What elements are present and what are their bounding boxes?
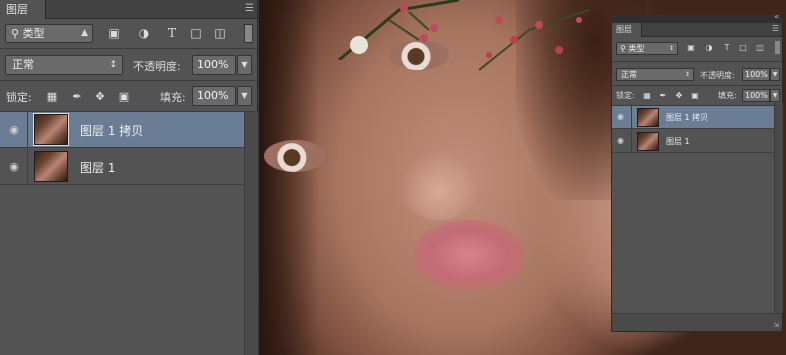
- fill-dropdown-button[interactable]: ▼: [770, 89, 780, 102]
- text-filter-icon[interactable]: T: [164, 25, 180, 41]
- collapse-icon[interactable]: «: [774, 12, 779, 21]
- lock-position-icon[interactable]: ✥: [93, 90, 107, 104]
- chevron-updown-icon: ↕: [684, 71, 690, 78]
- layers-scrollbar[interactable]: [244, 112, 258, 355]
- fill-label: 填充:: [718, 91, 737, 100]
- panel-collapse-strip[interactable]: «: [611, 12, 783, 23]
- chevron-updown-icon: ↕: [668, 45, 674, 52]
- fill-input[interactable]: 100%: [742, 89, 770, 102]
- panel-tab-bar: 图层 ☰: [0, 0, 257, 19]
- layer-row[interactable]: ◉ 图层 1: [612, 130, 774, 153]
- eye-icon[interactable]: ◉: [6, 160, 22, 174]
- search-icon: ⚲: [620, 44, 626, 53]
- panel-menu-icon[interactable]: ☰: [772, 24, 779, 33]
- lock-position-icon[interactable]: ✥: [674, 90, 684, 101]
- panel-menu-icon[interactable]: ☰: [245, 3, 254, 15]
- layer-row[interactable]: ◉ 图层 1: [0, 149, 244, 185]
- divider: [27, 112, 28, 147]
- lock-transparency-icon[interactable]: ▦: [45, 90, 59, 104]
- lock-label: 锁定:: [616, 91, 635, 100]
- divider: [631, 130, 632, 152]
- photo-region: [259, 0, 319, 355]
- layer-row[interactable]: ◉ 图层 1 拷贝: [0, 112, 244, 148]
- layer-row[interactable]: ◉ 图层 1 拷贝: [612, 106, 774, 129]
- photo-region: [399, 150, 479, 220]
- layer-thumbnail: [33, 113, 69, 146]
- fill-label: 填充:: [160, 91, 186, 104]
- chevron-updown-icon: ↕: [109, 60, 117, 70]
- opacity-dropdown-button[interactable]: ▼: [237, 55, 252, 75]
- photo-region: [414, 220, 524, 290]
- layer-name[interactable]: 图层 1 拷贝: [666, 112, 708, 123]
- shape-filter-icon[interactable]: □: [188, 25, 204, 41]
- layers-panel: 图层 ☰ ⚲ 类型 ▲︎ ▣ ◑ T □ ◫ 正常 ↕ 不透明度: 100% ▼…: [0, 0, 258, 355]
- photo-region: [264, 140, 326, 172]
- layer-name[interactable]: 图层 1: [666, 136, 690, 147]
- layers-panel-mini: « 图层 ☰ ⚲ 类型 ↕ ▣ ◑ T □ ◫ 正常 ↕ 不透明度: 100% …: [611, 12, 783, 332]
- layer-thumbnail: [34, 151, 68, 182]
- fill-input[interactable]: 100%: [192, 86, 236, 106]
- lock-pixels-icon[interactable]: ✒: [658, 90, 668, 101]
- layer-filter-select[interactable]: ⚲ 类型 ▲︎: [5, 24, 93, 43]
- fill-dropdown-button[interactable]: ▼: [237, 86, 252, 106]
- chevron-updown-icon: ▲︎: [81, 28, 88, 38]
- adjustment-filter-icon[interactable]: ◑: [136, 25, 152, 41]
- shape-filter-icon[interactable]: □: [738, 42, 748, 54]
- smart-object-filter-icon[interactable]: ◫: [212, 25, 228, 41]
- tab-layers[interactable]: 图层: [0, 0, 46, 19]
- search-icon: ⚲: [11, 27, 20, 40]
- divider: [0, 80, 257, 81]
- blend-mode-select[interactable]: 正常 ↕: [5, 55, 123, 75]
- opacity-input[interactable]: 100%: [192, 55, 236, 75]
- panel-footer: ⇲: [612, 313, 782, 331]
- eye-icon[interactable]: ◉: [617, 112, 624, 121]
- layer-name[interactable]: 图层 1 拷贝: [80, 122, 143, 139]
- opacity-label: 不透明度:: [700, 71, 735, 80]
- resize-grip-icon[interactable]: ⇲: [773, 321, 779, 329]
- divider: [0, 48, 257, 49]
- image-filter-icon[interactable]: ▣: [106, 25, 122, 41]
- flower-branch: [478, 9, 590, 71]
- layer-thumbnail: [637, 132, 659, 151]
- smart-object-filter-icon[interactable]: ◫: [755, 42, 765, 54]
- filter-toggle[interactable]: [244, 24, 253, 43]
- text-filter-icon[interactable]: T: [722, 42, 732, 54]
- tab-layers[interactable]: 图层: [612, 23, 642, 37]
- eye-icon[interactable]: ◉: [617, 136, 624, 145]
- divider: [612, 61, 782, 62]
- opacity-dropdown-button[interactable]: ▼: [770, 68, 780, 81]
- divider: [612, 85, 782, 86]
- opacity-label: 不透明度:: [133, 60, 181, 73]
- layer-filter-label: 类型: [628, 44, 645, 53]
- eye-icon[interactable]: ◉: [6, 123, 22, 137]
- lock-label: 锁定:: [6, 91, 32, 104]
- blend-mode-select[interactable]: 正常 ↕: [616, 68, 694, 81]
- panel-tab-bar: 图层 ☰: [612, 23, 782, 37]
- lock-all-icon[interactable]: ▣: [690, 90, 700, 101]
- divider: [631, 106, 632, 128]
- lock-transparency-icon[interactable]: ▦: [642, 90, 652, 101]
- layer-thumbnail: [637, 108, 659, 127]
- layer-filter-label: 类型: [22, 27, 45, 40]
- adjustment-filter-icon[interactable]: ◑: [704, 42, 714, 54]
- layers-scrollbar[interactable]: [774, 103, 783, 313]
- blend-mode-value: 正常: [12, 58, 34, 71]
- lock-all-icon[interactable]: ▣: [117, 90, 131, 104]
- layer-filter-select[interactable]: ⚲ 类型 ↕: [616, 42, 678, 55]
- opacity-input[interactable]: 100%: [742, 68, 770, 81]
- filter-toggle[interactable]: [775, 41, 780, 54]
- lock-pixels-icon[interactable]: ✒: [70, 90, 84, 104]
- divider: [27, 149, 28, 184]
- layer-name[interactable]: 图层 1: [80, 159, 115, 176]
- blend-mode-value: 正常: [621, 70, 637, 79]
- image-filter-icon[interactable]: ▣: [686, 42, 696, 54]
